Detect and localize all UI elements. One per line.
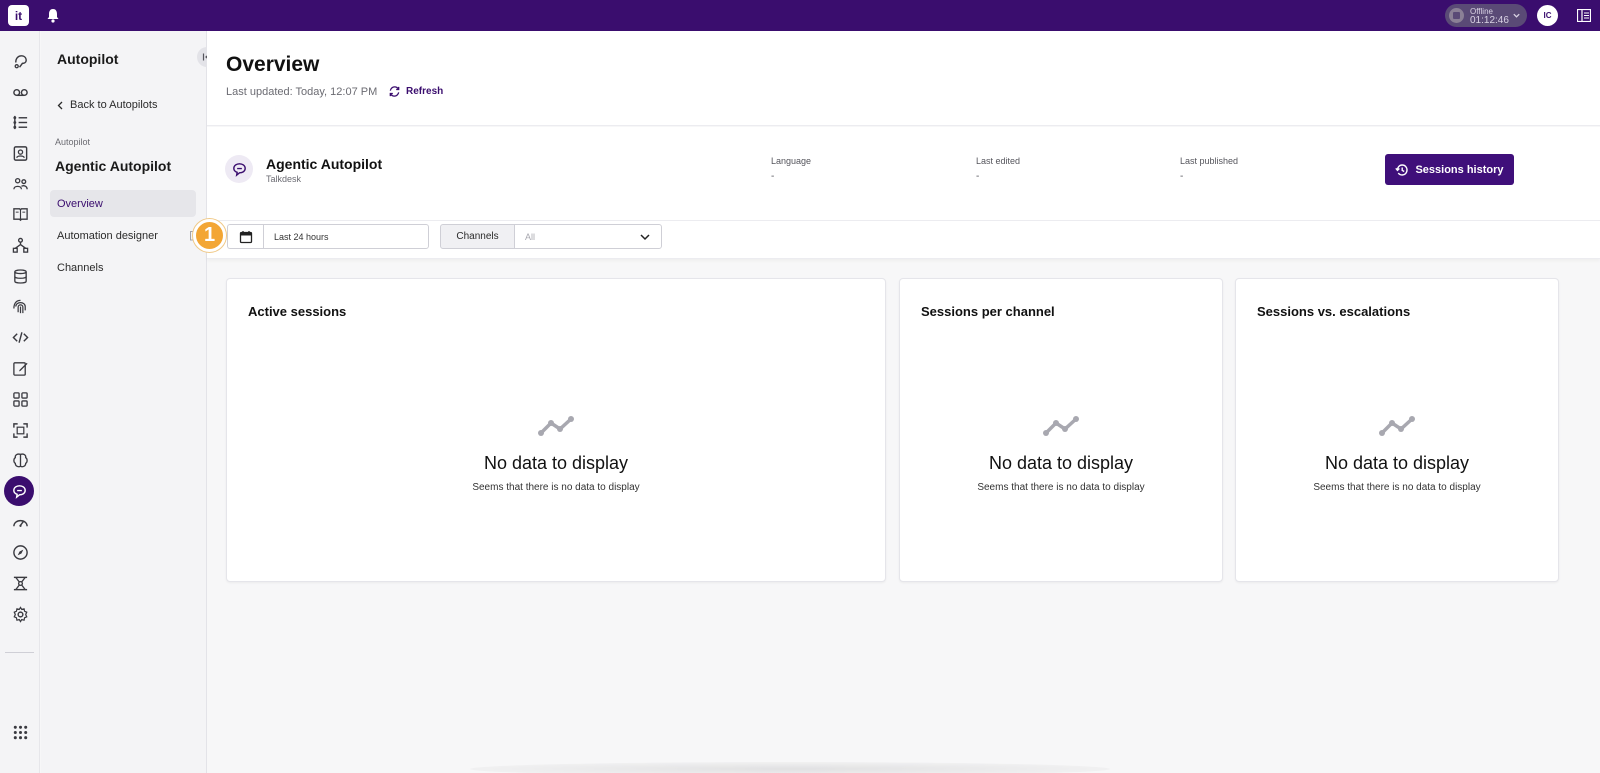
status-timer: 01:12:46 bbox=[1470, 14, 1509, 26]
card-title: Sessions vs. escalations bbox=[1257, 304, 1411, 319]
last-published-value: - bbox=[1180, 171, 1184, 182]
active-sessions-card: Active sessions No data to display Seems… bbox=[226, 278, 886, 582]
line-chart-icon bbox=[1379, 416, 1415, 436]
chevron-down-icon bbox=[1513, 13, 1520, 18]
chevron-left-icon bbox=[57, 101, 63, 109]
empty-title: No data to display bbox=[1324, 453, 1470, 473]
sidebar-title: Autopilot bbox=[57, 51, 119, 67]
line-chart-icon bbox=[1043, 416, 1079, 436]
last-edited-label: Last edited bbox=[976, 156, 1021, 166]
language-meta: Language - bbox=[771, 156, 811, 182]
language-label: Language bbox=[771, 156, 812, 166]
top-bar: it Offline 01:12:46 IC bbox=[0, 0, 1600, 31]
empty-subtitle: Seems that there is no data to display bbox=[1313, 482, 1481, 493]
last-edited-meta: Last edited - bbox=[976, 156, 1020, 182]
last-published-label: Last published bbox=[1180, 156, 1239, 166]
workflow-icon[interactable] bbox=[7, 232, 33, 258]
card-title: Active sessions bbox=[248, 304, 347, 319]
calendar-icon bbox=[239, 230, 252, 243]
queue-list-icon[interactable] bbox=[7, 109, 33, 135]
sidebar-item-overview[interactable]: Overview bbox=[50, 190, 196, 217]
channels-select-placeholder: All bbox=[525, 231, 536, 242]
line-chart-icon bbox=[538, 416, 574, 436]
brain-icon[interactable] bbox=[7, 447, 33, 473]
page-header: Overview Last updated: Today, 12:07 PM R… bbox=[207, 31, 1600, 126]
settings-icon[interactable] bbox=[7, 601, 33, 627]
refresh-label: Refresh bbox=[406, 86, 444, 97]
hierarchy-icon[interactable] bbox=[7, 570, 33, 596]
section-caption: Autopilot bbox=[55, 137, 91, 147]
empty-state: No data to display Seems that there is n… bbox=[1236, 414, 1558, 493]
autopilot-name-heading: Agentic Autopilot bbox=[55, 158, 172, 174]
empty-state: No data to display Seems that there is n… bbox=[900, 414, 1222, 493]
fingerprint-icon[interactable] bbox=[7, 294, 33, 320]
autopilot-avatar bbox=[225, 155, 253, 183]
empty-title: No data to display bbox=[988, 453, 1134, 473]
app-logo[interactable]: it bbox=[8, 5, 29, 26]
last-published-meta: Last published - bbox=[1180, 156, 1238, 182]
sidebar-item-channels[interactable]: Channels bbox=[50, 254, 196, 281]
sessions-per-channel-card: Sessions per channel No data to display … bbox=[899, 278, 1223, 582]
autopilot-org: Talkdesk bbox=[266, 174, 302, 184]
empty-title: No data to display bbox=[483, 453, 629, 473]
chevron-down-icon bbox=[640, 234, 650, 241]
app-root: it Offline 01:12:46 IC Autopilot Back to… bbox=[0, 0, 1600, 773]
date-picker-button[interactable] bbox=[227, 224, 263, 249]
user-avatar[interactable]: IC bbox=[1537, 5, 1558, 26]
side-panel-icon[interactable] bbox=[1577, 9, 1591, 22]
autopilot-chat-icon[interactable] bbox=[4, 476, 34, 506]
capture-icon[interactable] bbox=[7, 417, 33, 443]
refresh-button[interactable]: Refresh bbox=[388, 85, 443, 98]
main-content: Overview Last updated: Today, 12:07 PM R… bbox=[193, 31, 1600, 773]
speedometer-icon[interactable] bbox=[7, 509, 33, 535]
voicemail-icon[interactable] bbox=[7, 79, 33, 105]
bell-icon[interactable] bbox=[46, 8, 60, 23]
database-icon[interactable] bbox=[7, 263, 33, 289]
filter-bar: Last 24 hours 1 Channels All bbox=[193, 219, 1600, 259]
edit-icon[interactable] bbox=[7, 355, 33, 381]
back-link-label: Back to Autopilots bbox=[70, 99, 158, 111]
channels-select[interactable]: All bbox=[514, 224, 662, 249]
agent-status-selector[interactable]: Offline 01:12:46 bbox=[1445, 4, 1527, 27]
last-edited-value: - bbox=[976, 171, 980, 182]
compass-icon[interactable] bbox=[7, 539, 33, 565]
app-launcher-icon[interactable] bbox=[7, 719, 33, 745]
sessions-vs-escalations-card: Sessions vs. escalations No data to disp… bbox=[1235, 278, 1559, 582]
sessions-history-label: Sessions history bbox=[1415, 163, 1504, 176]
back-to-autopilots-link[interactable]: Back to Autopilots bbox=[57, 99, 157, 111]
live-icon[interactable] bbox=[7, 48, 33, 74]
step-badge: 1 bbox=[193, 219, 226, 252]
code-icon[interactable] bbox=[7, 324, 33, 350]
apps-grid-icon[interactable] bbox=[7, 386, 33, 412]
autopilot-name: Agentic Autopilot bbox=[266, 156, 383, 172]
language-value: - bbox=[771, 171, 775, 182]
contacts-icon[interactable] bbox=[7, 140, 33, 166]
bottom-shadow bbox=[470, 762, 1110, 773]
refresh-icon bbox=[389, 86, 400, 97]
sidebar-item-automation-designer[interactable]: Automation designer bbox=[50, 222, 201, 249]
sidebar-item-label: Overview bbox=[57, 197, 103, 210]
date-range-input[interactable]: Last 24 hours bbox=[263, 224, 429, 249]
autopilot-chat-icon bbox=[232, 162, 246, 177]
empty-state: No data to display Seems that there is n… bbox=[227, 414, 885, 493]
autopilot-info-bar: Agentic Autopilot Talkdesk Language - La… bbox=[207, 127, 1600, 221]
app-rail bbox=[0, 31, 40, 773]
sidebar-item-label: Automation designer bbox=[57, 229, 158, 242]
autopilot-sidebar: Autopilot Back to Autopilots Autopilot A… bbox=[41, 31, 217, 773]
channels-filter-label: Channels bbox=[440, 224, 515, 249]
knowledge-book-icon[interactable] bbox=[7, 201, 33, 227]
card-title: Sessions per channel bbox=[921, 304, 1055, 319]
page-title: Overview bbox=[226, 53, 320, 76]
history-icon bbox=[1395, 163, 1409, 176]
agents-icon[interactable] bbox=[7, 171, 33, 197]
status-indicator-icon bbox=[1449, 8, 1464, 23]
sidebar-item-label: Channels bbox=[57, 261, 104, 274]
sessions-history-button[interactable]: Sessions history bbox=[1385, 154, 1514, 185]
empty-subtitle: Seems that there is no data to display bbox=[472, 482, 640, 493]
rail-divider bbox=[5, 652, 34, 653]
last-updated-text: Last updated: Today, 12:07 PM bbox=[226, 86, 378, 98]
empty-subtitle: Seems that there is no data to display bbox=[977, 482, 1145, 493]
